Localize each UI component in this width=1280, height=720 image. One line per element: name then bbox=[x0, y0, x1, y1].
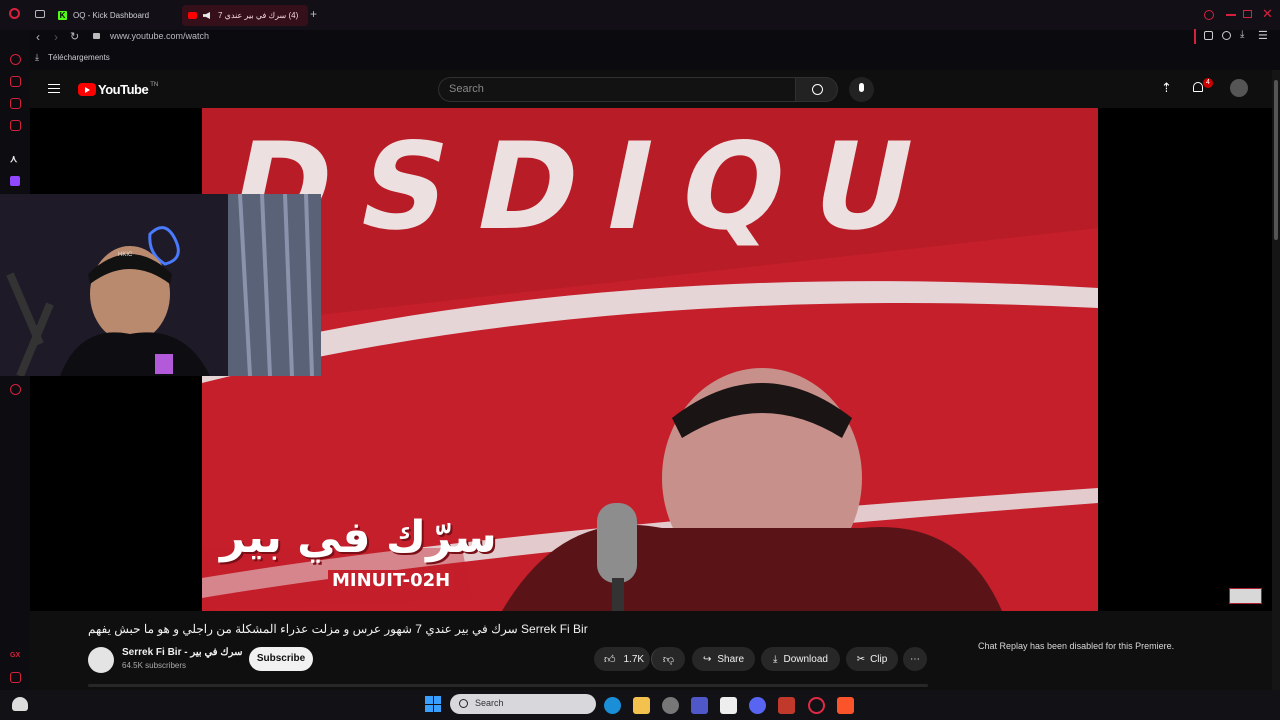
tab-island-icon[interactable] bbox=[35, 10, 45, 18]
webcam-overlay: HKIC bbox=[0, 194, 321, 376]
show-time-label: MINUIT-02H bbox=[328, 570, 455, 591]
file-explorer-icon[interactable] bbox=[633, 697, 650, 714]
download-icon: ⤓ bbox=[773, 653, 778, 665]
notification-badge: 4 bbox=[1203, 78, 1213, 88]
youtube-logo[interactable]: YouTube TN bbox=[78, 82, 158, 97]
menu-icon[interactable]: ☰ bbox=[1258, 29, 1268, 42]
dislike-button[interactable]: 👎︎ bbox=[651, 647, 685, 671]
twitch-icon[interactable] bbox=[10, 176, 20, 186]
share-button[interactable]: ↪ Share bbox=[692, 647, 755, 671]
share-label: Share bbox=[717, 653, 745, 665]
kick-sidebar-icon[interactable]: ⋏ bbox=[10, 154, 17, 165]
chrome-icon[interactable] bbox=[662, 697, 679, 714]
settings-gear-icon[interactable] bbox=[10, 384, 21, 395]
show-title-arabic: سرّك في بير bbox=[220, 512, 497, 563]
webcam-scene bbox=[0, 194, 321, 376]
address-bar: ‹ › ↻ www.youtube.com/watch ⤓ ☰ bbox=[30, 28, 1280, 48]
thumbs-down-icon: 👎︎ bbox=[662, 653, 675, 666]
description-divider bbox=[88, 684, 928, 687]
channel-watermark[interactable] bbox=[1229, 588, 1262, 604]
channel-name[interactable]: Serrek Fi Bir - سرك في بير bbox=[122, 647, 243, 658]
video-frame: DSDIQU سرّك في بير MINUIT-02H bbox=[202, 108, 1098, 611]
more-horizontal-icon: ⋯ bbox=[910, 653, 920, 665]
messenger-icon[interactable] bbox=[10, 98, 21, 109]
voice-search-button[interactable] bbox=[849, 77, 874, 102]
search-icon bbox=[812, 84, 823, 95]
reload-icon[interactable]: ↻ bbox=[70, 30, 79, 43]
hamburger-menu-icon[interactable] bbox=[48, 84, 60, 93]
edge-icon[interactable] bbox=[604, 697, 621, 714]
thumbs-up-icon: 👍︎ bbox=[604, 653, 616, 666]
brave-icon[interactable] bbox=[837, 697, 854, 714]
like-button[interactable]: 👍︎ 1.7K bbox=[594, 647, 650, 671]
close-window-button[interactable]: ✕ bbox=[1262, 7, 1273, 20]
sidebar-more-icon[interactable] bbox=[10, 672, 21, 683]
tab-label: (4) سرك في بير عندي 7 bbox=[218, 11, 299, 20]
channel-avatar[interactable] bbox=[88, 647, 114, 673]
download-arrow-icon: ⤓ bbox=[35, 52, 39, 62]
like-count: 1.7K bbox=[623, 653, 645, 665]
taskbar-search[interactable]: Search bbox=[450, 694, 596, 714]
downloads-bar: ⤓ Téléchargements bbox=[30, 50, 1280, 67]
gx-control-icon[interactable] bbox=[10, 76, 21, 87]
profile-icon[interactable] bbox=[1222, 31, 1231, 40]
tab-label: OQ - Kick Dashboard bbox=[73, 11, 150, 20]
subscribe-button[interactable]: Subscribe bbox=[249, 647, 313, 671]
taskbar-search-icon bbox=[459, 699, 468, 708]
clip-label: Clip bbox=[870, 653, 888, 665]
search-input[interactable]: Search bbox=[438, 77, 795, 102]
youtube-logo-text: YouTube bbox=[98, 82, 149, 97]
extensions-icon[interactable] bbox=[1204, 31, 1213, 40]
search-button[interactable] bbox=[795, 77, 838, 102]
taskbar-search-label: Search bbox=[475, 698, 504, 708]
youtube-play-icon bbox=[78, 83, 96, 96]
downloads-icon[interactable]: ⤓ bbox=[1240, 29, 1244, 40]
back-arrow-icon[interactable]: ‹ bbox=[36, 30, 40, 44]
url-field[interactable]: www.youtube.com/watch bbox=[110, 31, 209, 41]
weather-icon[interactable] bbox=[12, 697, 28, 711]
new-tab-button[interactable]: + bbox=[310, 8, 317, 20]
studio-backdrop-text: DSDIQU bbox=[217, 118, 957, 257]
opera-gx-logo-icon[interactable] bbox=[9, 8, 20, 19]
dc-app-icon[interactable] bbox=[720, 697, 737, 714]
account-avatar[interactable] bbox=[1230, 79, 1248, 97]
more-actions-button[interactable]: ⋯ bbox=[903, 647, 927, 671]
recorder-app-icon[interactable] bbox=[778, 697, 795, 714]
page-scrollbar[interactable] bbox=[1272, 70, 1280, 690]
opera-gx-taskbar-icon[interactable] bbox=[808, 697, 825, 714]
gx-label: GX bbox=[10, 652, 21, 659]
gx-corner-icon[interactable] bbox=[10, 120, 21, 131]
youtube-country-code: TN bbox=[150, 82, 159, 88]
share-icon: ↪ bbox=[702, 653, 712, 665]
forward-arrow-icon[interactable]: › bbox=[54, 30, 58, 44]
download-label: Download bbox=[783, 653, 828, 665]
clip-button[interactable]: ✂ Clip bbox=[846, 647, 898, 671]
speaker-icon[interactable] bbox=[203, 12, 210, 19]
download-button[interactable]: ⤓ Download bbox=[761, 647, 840, 671]
maximize-button[interactable] bbox=[1243, 10, 1252, 18]
discord-icon[interactable] bbox=[749, 697, 766, 714]
tab-youtube-video[interactable]: (4) سرك في بير عندي 7 bbox=[182, 5, 308, 26]
windows-start-icon[interactable] bbox=[425, 696, 441, 712]
headset-brand-label: HKIC bbox=[118, 252, 133, 258]
teams-icon[interactable] bbox=[691, 697, 708, 714]
speed-dial-icon[interactable] bbox=[10, 54, 21, 65]
lock-icon bbox=[93, 33, 100, 39]
sidebar-toggle-accent bbox=[1194, 29, 1196, 44]
downloads-label[interactable]: Téléchargements bbox=[48, 53, 110, 62]
video-title: Serrek Fi Bir سرك في بير عندي 7 شهور عرس… bbox=[88, 622, 588, 636]
search-tabs-icon[interactable] bbox=[1204, 10, 1214, 20]
minimize-button[interactable] bbox=[1226, 14, 1236, 16]
notifications-bell-icon[interactable] bbox=[1193, 82, 1203, 92]
microphone-icon bbox=[859, 83, 864, 92]
upload-icon[interactable]: ⇡ bbox=[1161, 80, 1172, 96]
chat-replay-message: Chat Replay has been disabled for this P… bbox=[978, 641, 1175, 651]
tab-kick-dashboard[interactable]: K OQ - Kick Dashboard bbox=[52, 5, 180, 26]
browser-tab-bar: K OQ - Kick Dashboard (4) سرك في بير عند… bbox=[0, 0, 1280, 30]
scissors-icon: ✂ bbox=[856, 653, 866, 665]
subscriber-count: 64.5K subscribers bbox=[122, 661, 187, 670]
scrollbar-thumb[interactable] bbox=[1274, 80, 1278, 240]
youtube-favicon-icon bbox=[188, 12, 197, 19]
kick-icon: K bbox=[58, 11, 67, 20]
